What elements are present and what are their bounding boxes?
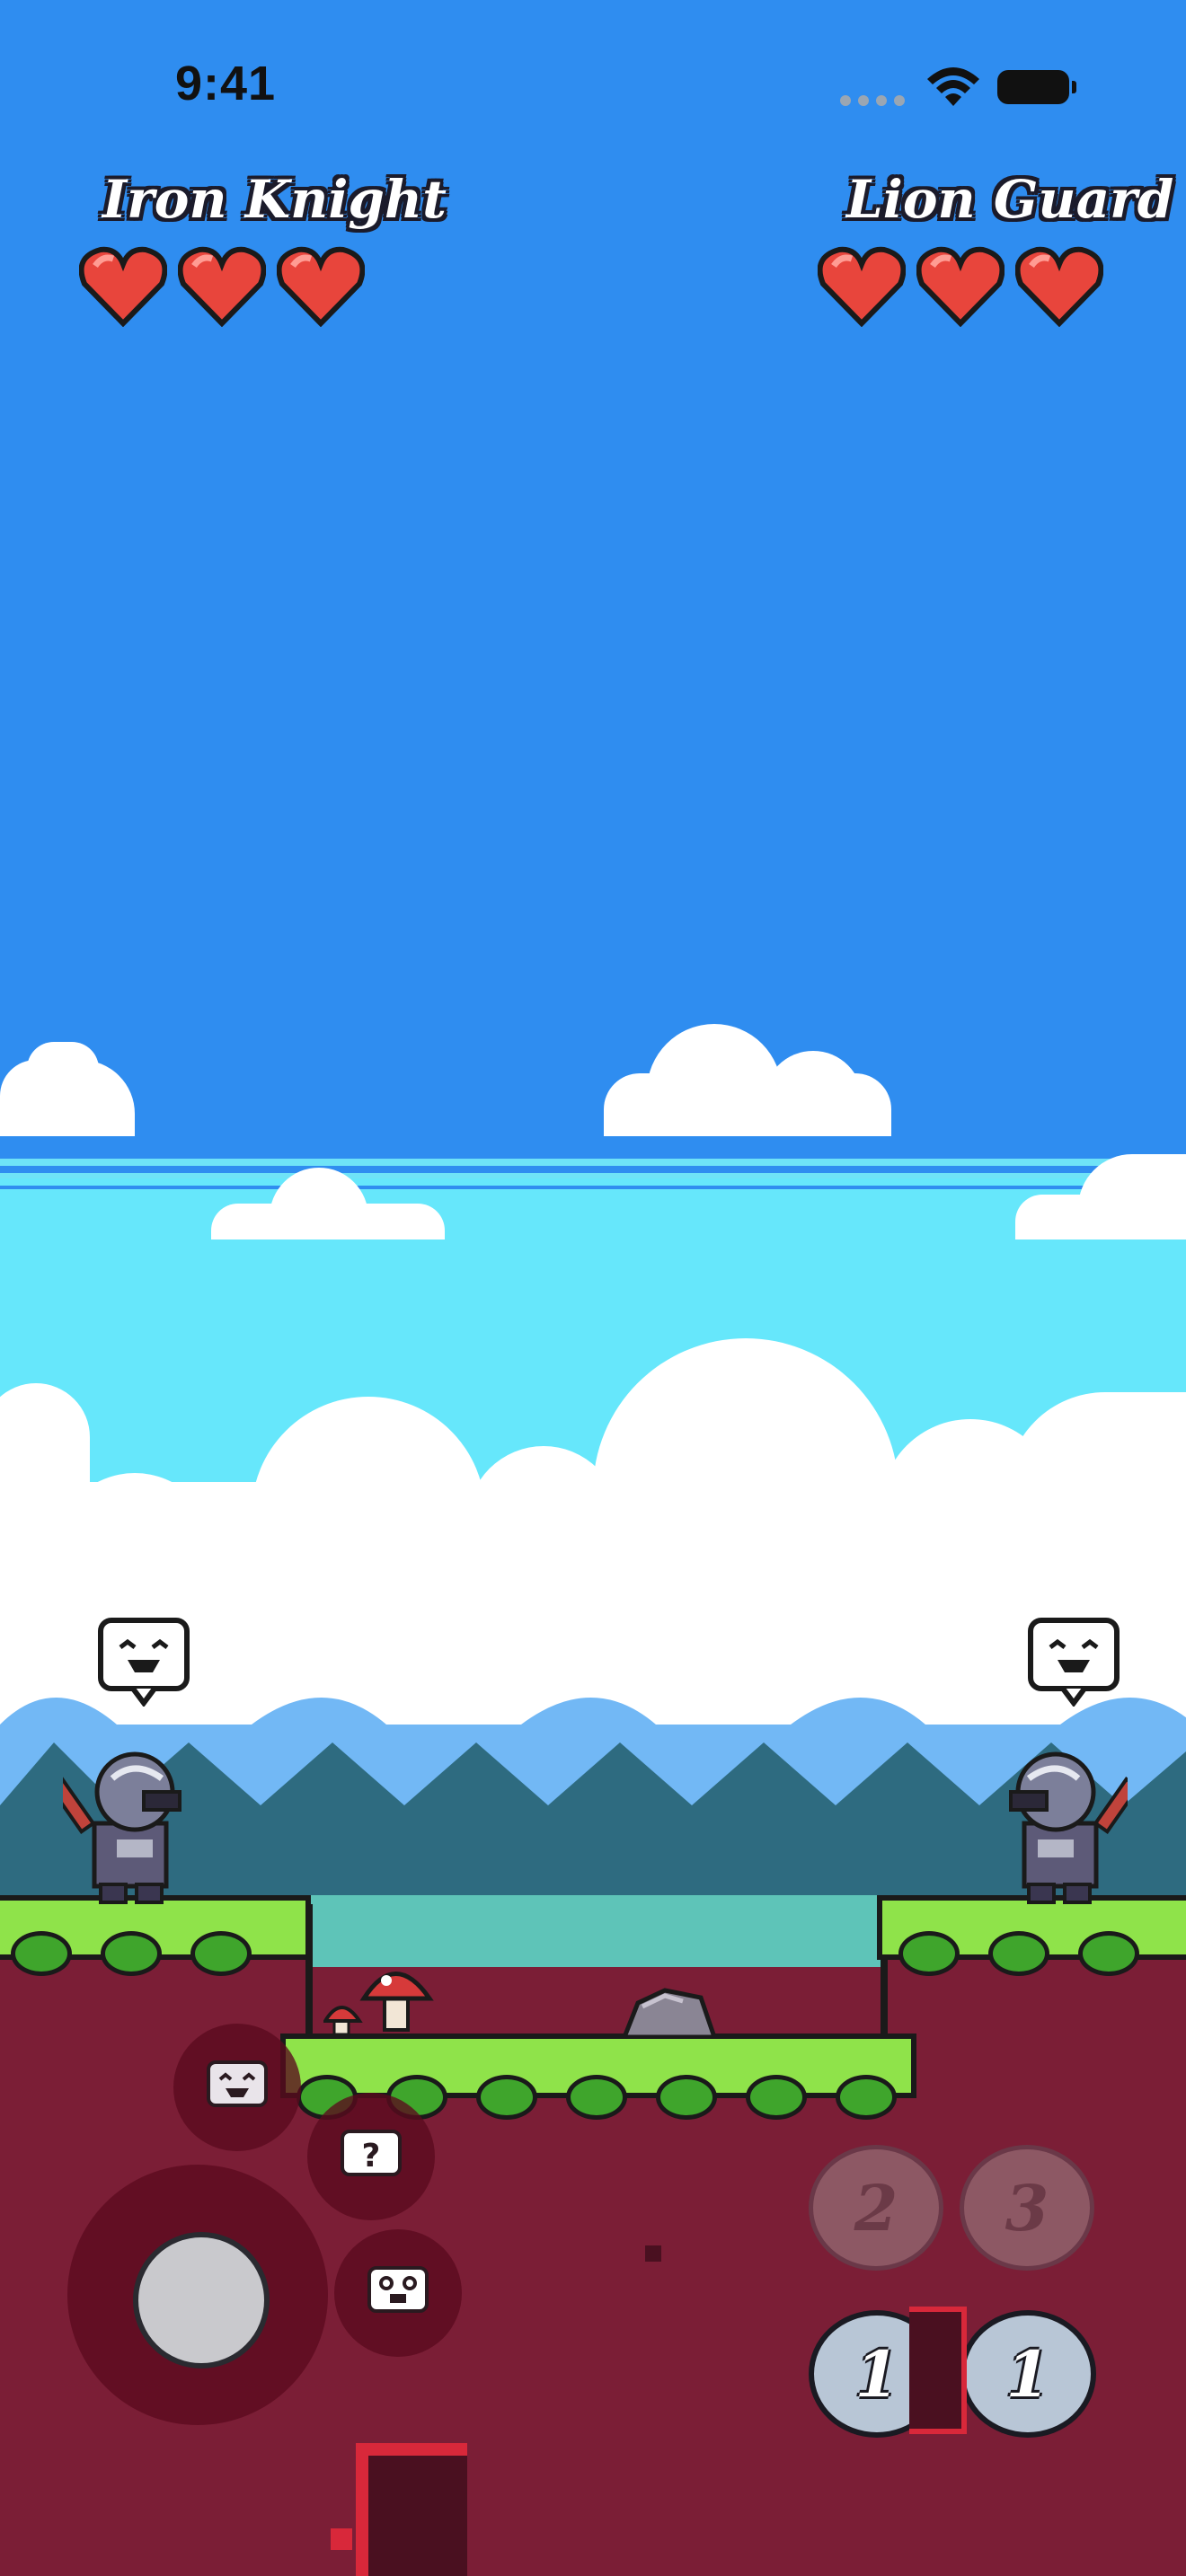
heart-icon bbox=[79, 246, 167, 327]
svg-text:?: ? bbox=[362, 2138, 381, 2175]
emote-button-surprised[interactable] bbox=[334, 2229, 462, 2357]
game-scene: ? 2 3 1 1 9:41 Iron Knight Lion Guard bbox=[0, 0, 1186, 2576]
ground-detail bbox=[909, 2307, 967, 2434]
surprised-face-icon bbox=[367, 2266, 429, 2313]
sky-stripe bbox=[0, 1173, 1186, 1178]
action-button-3[interactable]: 3 bbox=[960, 2145, 1094, 2271]
question-face-icon: ? bbox=[341, 2130, 402, 2176]
health-hearts-left bbox=[79, 244, 376, 331]
signal-dot bbox=[840, 95, 851, 106]
mushroom-icon bbox=[323, 1972, 434, 2036]
happy-face-icon bbox=[207, 2060, 268, 2107]
heart-icon bbox=[818, 246, 906, 327]
heart-icon bbox=[178, 246, 266, 327]
emote-button-question[interactable]: ? bbox=[307, 2093, 435, 2220]
rock-icon bbox=[621, 1988, 718, 2039]
speech-bubble-left bbox=[98, 1618, 190, 1707]
signal-dot bbox=[876, 95, 887, 106]
player-knight-left bbox=[63, 1751, 181, 1904]
battery-icon bbox=[997, 70, 1076, 104]
status-time: 9:41 bbox=[175, 57, 277, 110]
action-button-2[interactable]: 2 bbox=[809, 2145, 943, 2271]
status-icons bbox=[836, 65, 1078, 110]
action-button-label: 3 bbox=[1005, 2170, 1049, 2245]
heart-icon bbox=[916, 246, 1005, 327]
health-hearts-right bbox=[818, 244, 1114, 331]
emote-button-happy[interactable] bbox=[173, 2024, 301, 2151]
ground-detail bbox=[356, 2443, 467, 2576]
heart-icon bbox=[277, 246, 365, 327]
sky-stripe bbox=[0, 1159, 1186, 1166]
joystick-knob[interactable] bbox=[133, 2232, 270, 2369]
sky-stripe bbox=[0, 1186, 1186, 1189]
ground-detail bbox=[331, 2528, 352, 2550]
action-button-label: 1 bbox=[1005, 2336, 1050, 2412]
player-name-left: Iron Knight bbox=[102, 169, 447, 230]
wifi-icon bbox=[927, 67, 979, 106]
speech-bubble-right bbox=[1028, 1618, 1120, 1707]
signal-dot bbox=[894, 95, 905, 106]
signal-dot bbox=[858, 95, 869, 106]
player-knight-right bbox=[1009, 1751, 1128, 1904]
heart-icon bbox=[1015, 246, 1103, 327]
ground-detail bbox=[645, 2245, 661, 2262]
player-name-right: Lion Guard bbox=[846, 169, 1174, 230]
action-button-label: 2 bbox=[854, 2170, 898, 2245]
action-button-1-alt[interactable]: 1 bbox=[960, 2310, 1096, 2438]
